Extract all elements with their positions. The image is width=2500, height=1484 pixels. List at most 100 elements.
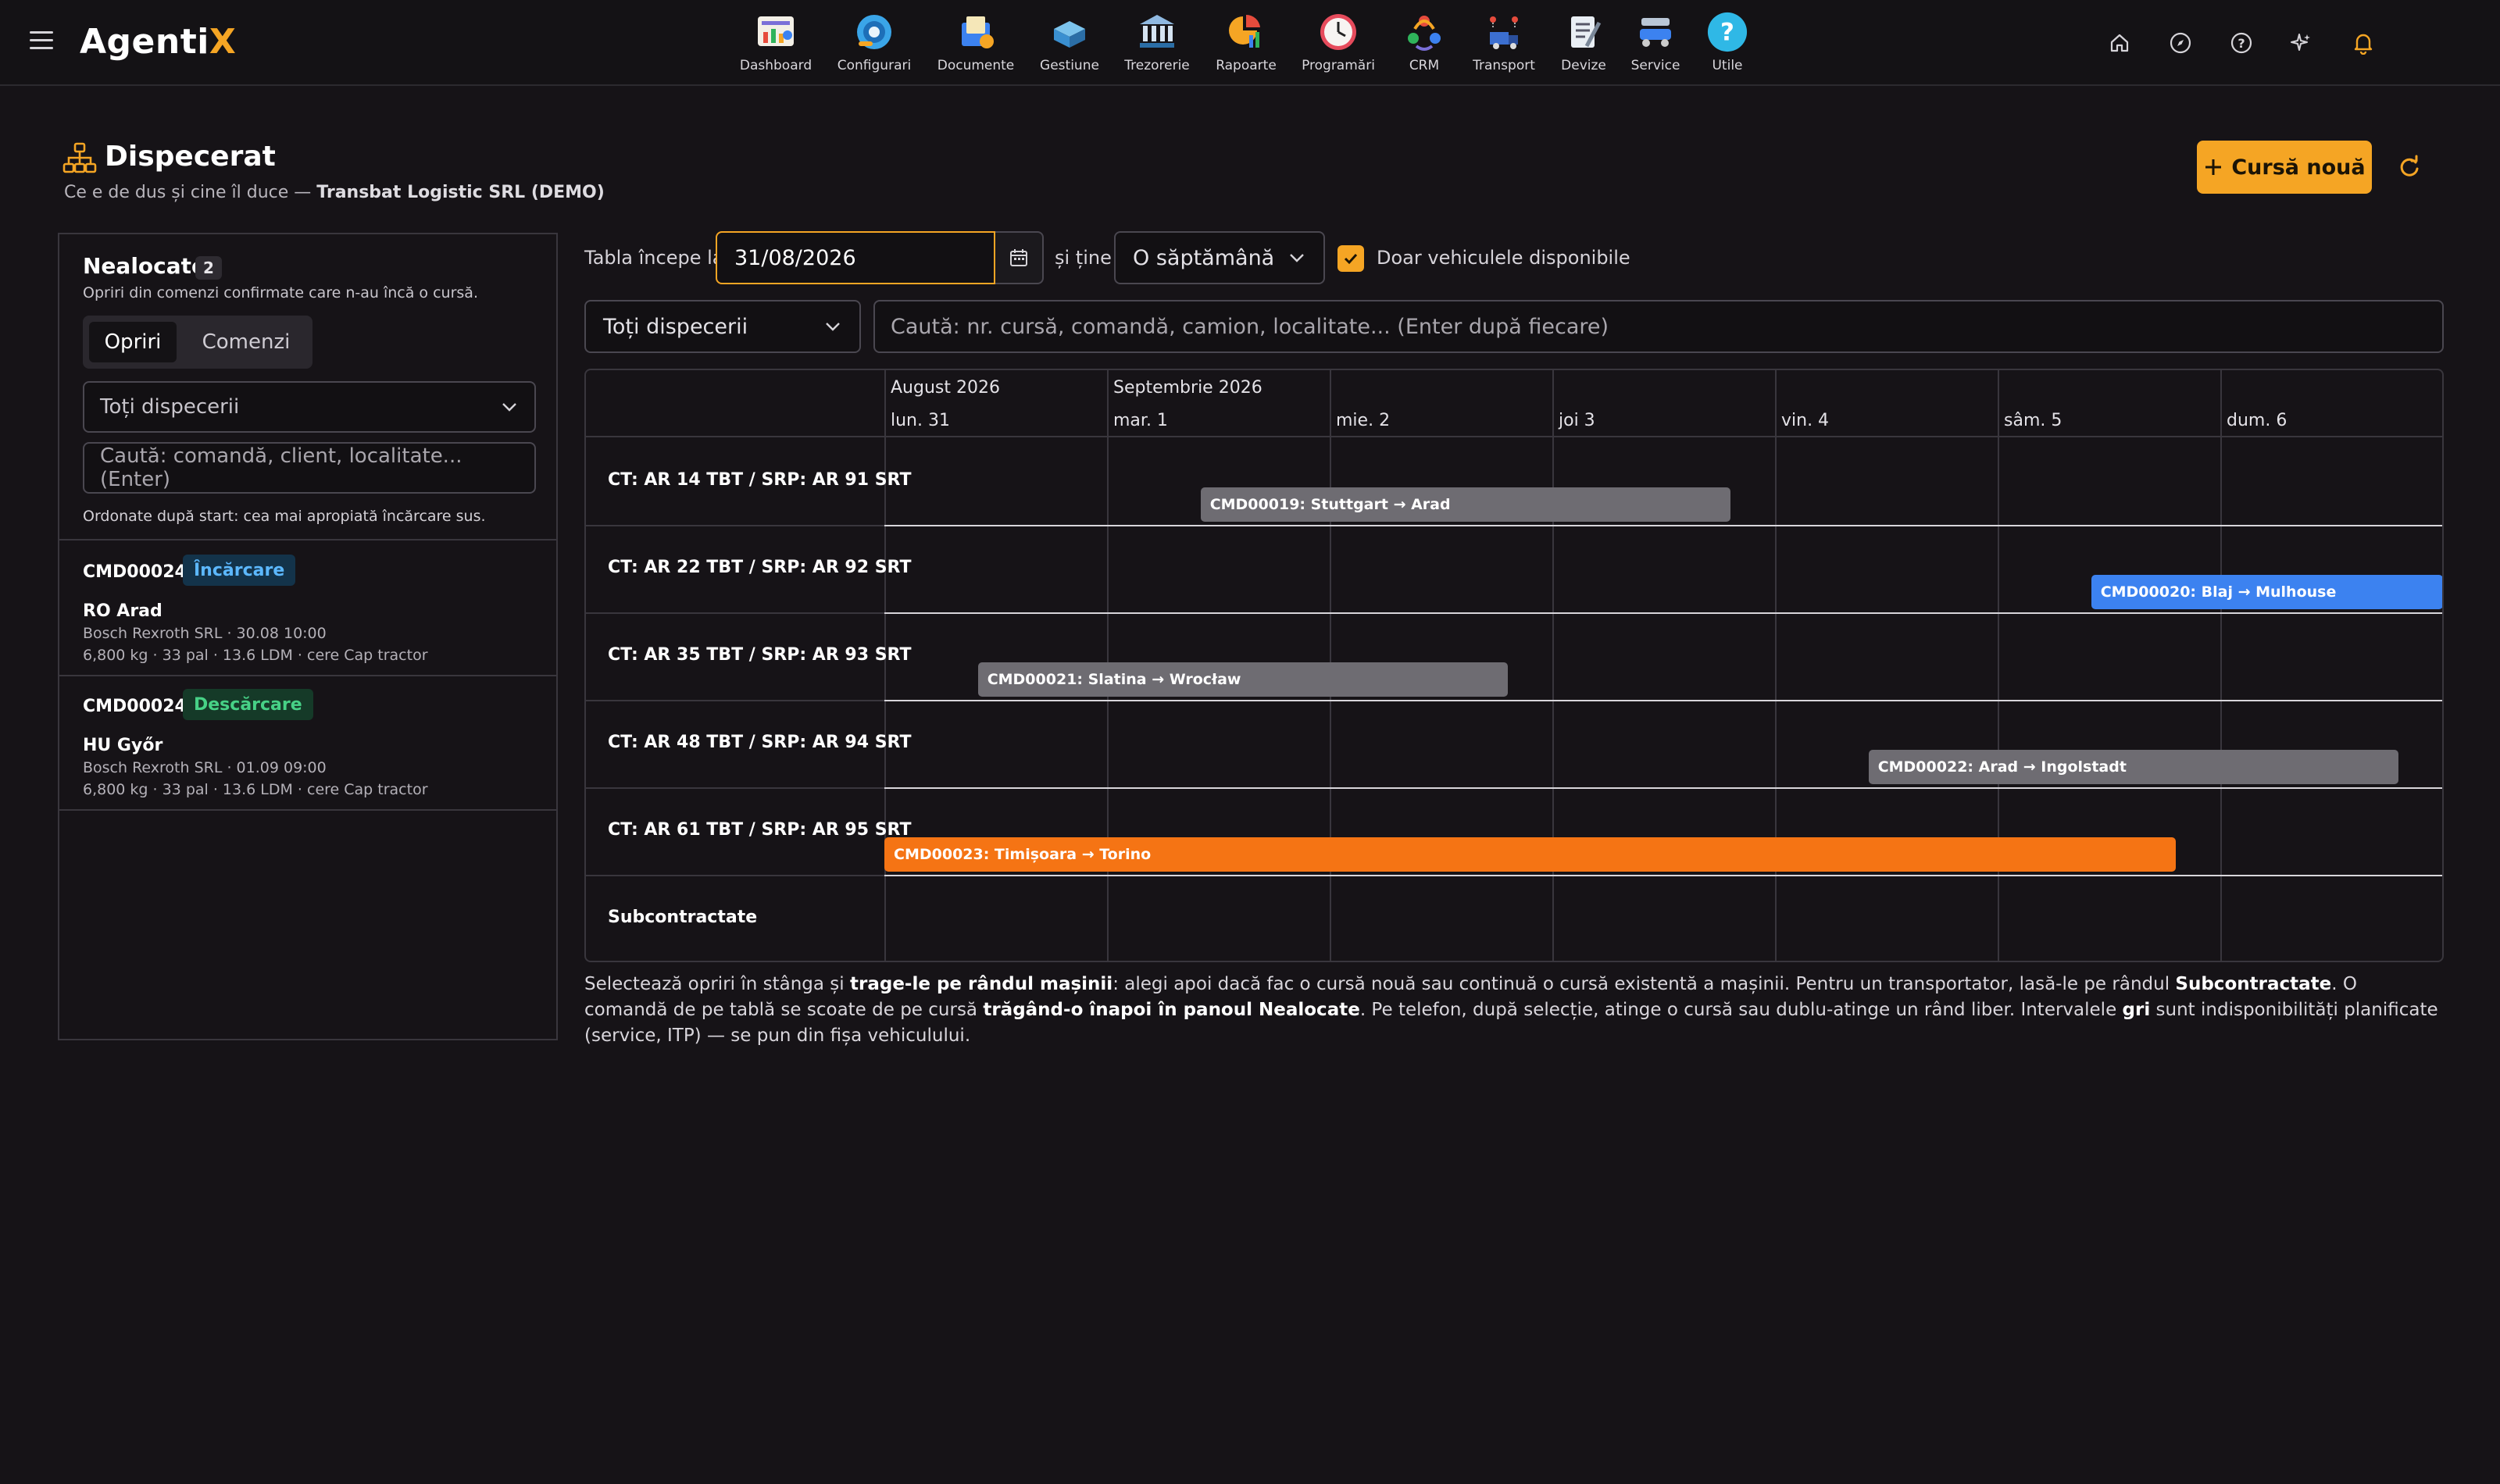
page-subtitle: Ce e de dus și cine îl duce — Transbat L… [64,183,605,202]
day-gridline [2220,370,2222,961]
unassigned-stop-item[interactable]: CMD00024 Descărcare HU Győr Bosch Rexrot… [59,676,556,809]
home-icon[interactable] [2106,30,2133,56]
page-title: Dispecerat [105,141,276,173]
row-separator [884,787,2442,789]
configuration-icon [853,11,895,53]
unassigned-panel[interactable]: Nealocate 2 Opriri din comenzi confirmat… [58,233,558,1040]
status-badge-loading: Încărcare [183,555,296,586]
order-number: CMD00024 [83,562,187,582]
row-separator [884,612,2442,614]
row-separator [586,612,884,614]
plus-icon [2205,159,2222,175]
nav-configurari[interactable]: Configurari [831,11,917,73]
board-start-label: Tabla începe la [584,247,724,269]
board-search-input[interactable]: Caută: nr. cursă, comandă, camion, local… [873,300,2444,353]
tab-opriri[interactable]: Opriri [89,322,177,362]
vehicle-row-label[interactable]: CT: AR 22 TBT / SRP: AR 92 SRT [608,558,912,577]
stop-cargo-details: 6,800 kg · 33 pal · 13.6 LDM · cere Cap … [83,781,428,798]
row-separator [884,700,2442,701]
trip-bar[interactable]: CMD00019: Stuttgart → Arad [1200,487,1730,522]
transport-icon [1483,11,1525,53]
chevron-down-icon [502,403,516,412]
board-dispatcher-select[interactable]: Toți dispecerii [584,300,861,353]
bell-icon[interactable] [2350,30,2377,56]
day-label: joi 3 [1559,411,1595,430]
treasury-icon [1136,11,1178,53]
board-help-text: Selectează opriri în stânga și trage-le … [584,974,2438,1046]
crm-icon [1403,11,1445,53]
board-start-date-input[interactable]: 31/08/2026 [716,231,995,284]
available-only-label: Doar vehiculele disponibile [1377,247,1630,269]
documents-icon [955,11,997,53]
nav-transport[interactable]: Transport [1461,11,1547,73]
order-number: CMD00024 [83,697,187,716]
hamburger-menu-icon[interactable] [30,31,53,50]
inventory-icon [1048,11,1091,53]
day-gridline [1775,370,1777,961]
stop-location: HU Győr [83,736,163,755]
trip-bar[interactable]: CMD00022: Arad → Ingolstadt [1868,750,2398,784]
vehicle-row-label[interactable]: CT: AR 61 TBT / SRP: AR 95 SRT [608,820,912,840]
day-label: mar. 1 [1113,411,1168,430]
nav-programari[interactable]: Programări [1295,11,1381,73]
nav-rapoarte[interactable]: Rapoarte [1203,11,1289,73]
divider [59,809,556,811]
nav-gestiune[interactable]: Gestiune [1027,11,1112,73]
unassigned-view-toggle: Opriri Comenzi [83,316,312,369]
clock-icon [1317,11,1359,53]
dispatch-hierarchy-icon [62,142,97,173]
nav-utile[interactable]: ? Utile [1684,11,1770,73]
help-icon[interactable]: ? [2228,30,2255,56]
nav-documente[interactable]: Documente [933,11,1019,73]
stop-location: RO Arad [83,601,162,621]
row-separator [884,525,2442,526]
nav-trezorerie[interactable]: Trezorerie [1114,11,1200,73]
calendar-icon[interactable] [995,231,1044,284]
dispatcher-filter-select[interactable]: Toți dispecerii [83,381,536,433]
top-bar: AgentiX Dashboard Configurari Documente … [0,0,2500,86]
day-gridline [1552,370,1554,961]
available-only-checkbox[interactable] [1338,245,1364,272]
checkmark-icon [1344,253,1358,265]
day-gridline [1998,370,1999,961]
day-label: sâm. 5 [2004,411,2062,430]
nav-dashboard[interactable]: Dashboard [733,11,819,73]
sparkle-ai-icon[interactable] [2288,30,2314,56]
row-separator [586,525,884,526]
day-label: lun. 31 [891,411,950,430]
svg-text:?: ? [1720,19,1734,47]
nav-crm[interactable]: CRM [1381,11,1467,73]
trip-bar[interactable]: CMD00023: Timișoara → Torino [884,837,2176,872]
dashboard-icon [755,11,797,53]
status-badge-unloading: Descărcare [183,689,313,720]
trip-bar[interactable]: CMD00021: Slatina → Wrocław [977,662,1508,697]
day-label: mie. 2 [1336,411,1391,430]
unassigned-stop-item[interactable]: CMD00024 Încărcare RO Arad Bosch Rexroth… [59,540,556,675]
trip-bar[interactable]: CMD00020: Blaj → Mulhouse [2091,575,2442,609]
new-trip-button[interactable]: Cursă nouă [2197,141,2372,194]
vehicle-row-label[interactable]: CT: AR 48 TBT / SRP: AR 94 SRT [608,733,912,752]
app-logo[interactable]: AgentiX [80,22,236,62]
stop-cargo-details: 6,800 kg · 33 pal · 13.6 LDM · cere Cap … [83,647,428,664]
day-label: vin. 4 [1781,411,1830,430]
compass-icon[interactable] [2167,30,2194,56]
day-label: dum. 6 [2227,411,2288,430]
stop-client-time: Bosch Rexroth SRL · 30.08 10:00 [83,625,327,642]
board-header [586,370,2442,437]
service-icon [1634,11,1677,53]
svg-text:?: ? [2238,36,2245,51]
reports-icon [1225,11,1267,53]
tab-comenzi[interactable]: Comenzi [188,322,305,362]
row-separator [586,875,884,876]
dispatch-board[interactable]: August 2026 Septembrie 2026 lun. 31 mar.… [584,369,2444,962]
unassigned-title: Nealocate [83,253,207,279]
sort-note: Ordonate după start: cea mai apropiată î… [83,508,486,525]
day-gridline [2443,370,2444,962]
refresh-icon[interactable] [2395,153,2423,181]
subcontracted-row-label[interactable]: Subcontractate [608,908,757,927]
help-question-icon: ? [1706,11,1748,53]
vehicle-row-label[interactable]: CT: AR 35 TBT / SRP: AR 93 SRT [608,645,912,665]
unassigned-search-input[interactable]: Caută: comandă, client, localitate... (E… [83,442,536,494]
duration-select[interactable]: O săptămână [1114,231,1325,284]
vehicle-row-label[interactable]: CT: AR 14 TBT / SRP: AR 91 SRT [608,470,912,490]
